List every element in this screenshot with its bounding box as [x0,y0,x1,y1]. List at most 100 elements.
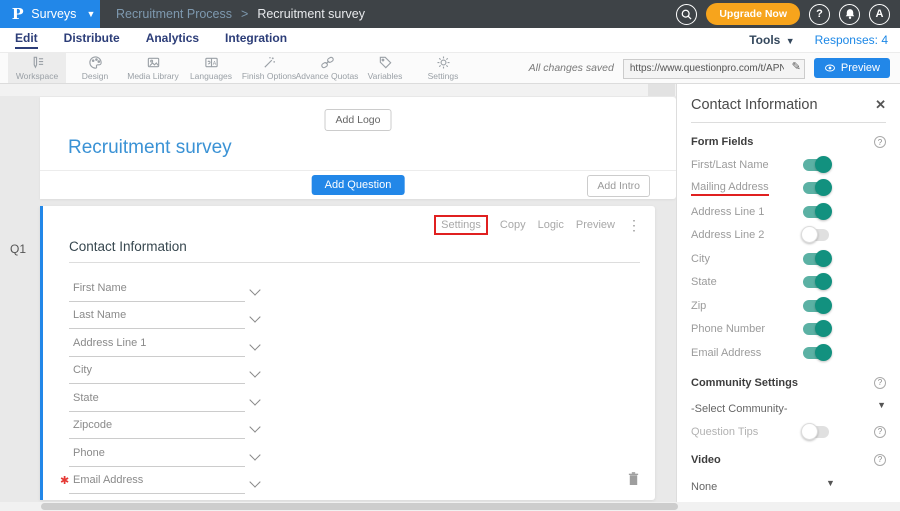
delete-question-button[interactable] [627,471,640,491]
nav-tab[interactable]: Analytics [146,31,199,49]
chain-link-icon [320,55,335,70]
toggle-label: First/Last Name [691,159,769,171]
community-select-value: -Select Community- [691,403,788,415]
question-action[interactable]: Copy [500,219,526,231]
question-action[interactable]: Logic [538,219,564,231]
help-icon[interactable]: ? [874,136,886,148]
field-underline[interactable] [69,493,245,494]
toggle-switch[interactable] [803,323,829,335]
field-row: ✱ Email Address [69,467,261,495]
autosave-status: All changes saved [529,62,614,74]
kebab-menu-icon[interactable]: ⋮ [627,220,641,230]
close-icon[interactable]: ✕ [875,97,886,113]
chevron-down-icon[interactable] [249,284,260,295]
scrollbar-thumb[interactable] [41,503,678,510]
toolbar-item-design[interactable]: Design [66,53,124,83]
toolbar-item-workspace[interactable]: Workspace [8,53,66,83]
toggle-switch[interactable] [803,276,829,288]
chevron-down-icon[interactable] [249,476,260,487]
chevron-down-icon[interactable] [249,394,260,405]
video-section-header: Video ? [691,454,886,466]
nav-tab[interactable]: Integration [225,31,287,49]
question-action[interactable]: Preview [576,219,615,231]
tools-menu[interactable]: Tools ▼ [749,33,794,47]
horizontal-scrollbar[interactable] [0,502,900,511]
toggle-switch[interactable] [803,229,829,241]
edit-url-icon[interactable]: ✎ [792,60,801,73]
scrollbar-thumb[interactable] [648,84,675,96]
community-select[interactable]: -Select Community- ▼ [691,399,886,413]
contact-fields: ✱ First Name ✱ Last Name ✱ [69,274,261,494]
panel-header: Contact Information ✕ [691,97,886,113]
toggle-switch[interactable] [803,159,829,171]
toolbar-item-media-library[interactable]: Media Library [124,53,182,83]
survey-url-input[interactable] [623,59,805,79]
toggle-label: Email Address [691,347,761,359]
chevron-down-icon[interactable] [249,311,260,322]
help-button[interactable]: ? [809,4,830,25]
survey-url-box: ✎ [623,58,805,78]
toggle-switch[interactable] [803,182,829,194]
toggle-label: City [691,253,710,265]
toolbar-item-settings[interactable]: Settings [414,53,472,83]
question-settings-panel: Contact Information ✕ Form Fields ? Firs… [676,84,900,511]
video-heading: Video [691,454,721,466]
add-logo-button[interactable]: Add Logo [325,109,392,131]
help-icon[interactable]: ? [874,454,886,466]
video-select-value: None [691,481,717,493]
toggle-label: Address Line 2 [691,229,764,241]
preview-button[interactable]: Preview [814,58,890,78]
chevron-down-icon[interactable] [249,339,260,350]
notifications-button[interactable] [839,4,860,25]
toggle-knob [815,297,832,314]
questionpro-logo-icon: P [12,5,24,23]
question-action[interactable]: Settings [434,215,488,235]
toggle-switch[interactable] [803,206,829,218]
toolbar-item-variables[interactable]: Variables [356,53,414,83]
toggle-switch[interactable] [803,347,829,359]
chevron-down-icon: ▼ [826,478,835,488]
field-row: ✱ Last Name [69,302,261,330]
chevron-down-icon: ▼ [877,400,886,410]
nav-tabs: Edit Distribute Analytics Integration [15,31,287,49]
avatar[interactable]: A [869,4,890,25]
field-label: State [73,392,99,404]
nav-tab[interactable]: Distribute [64,31,120,49]
translate-icon: A [204,55,219,70]
breadcrumb-current: Recruitment survey [257,7,365,21]
field-row: ✱ City [69,357,261,385]
breadcrumb-parent[interactable]: Recruitment Process [116,7,232,21]
field-row: ✱ State [69,384,261,412]
community-section-header: Community Settings ? [691,377,886,389]
video-select[interactable]: None ▼ [691,477,886,491]
form-field-toggles: First/Last Name Mailing Address Address … [691,153,886,365]
search-button[interactable] [676,4,697,25]
responses-link[interactable]: Responses: 4 [815,33,888,47]
help-icon[interactable]: ? [874,426,886,438]
question-title[interactable]: Contact Information [69,239,187,254]
chevron-down-icon[interactable] [249,421,260,432]
toggle-switch[interactable] [803,253,829,265]
add-question-button[interactable]: Add Question [312,175,405,195]
toolbar-item-languages[interactable]: A Languages [182,53,240,83]
toolbar-item-finish-options[interactable]: Finish Options [240,53,298,83]
product-menu-label: Surveys [31,7,76,21]
toggle-label: Address Line 1 [691,206,764,218]
question-tips-toggle[interactable] [803,426,829,438]
toggle-knob [815,156,832,173]
toolbar-item-advance-quotas[interactable]: Advance Quotas [298,53,356,83]
chevron-down-icon: ▼ [786,36,795,46]
chevron-down-icon[interactable] [249,449,260,460]
toggle-row: Zip [691,294,886,318]
help-icon[interactable]: ? [874,377,886,389]
add-intro-button[interactable]: Add Intro [587,175,650,197]
field-row: ✱ Address Line 1 [69,329,261,357]
survey-title[interactable]: Recruitment survey [68,137,232,159]
chevron-down-icon[interactable] [249,366,260,377]
toggle-switch[interactable] [803,300,829,312]
nav-tab[interactable]: Edit [15,31,38,49]
product-menu[interactable]: P Surveys ▼ [0,0,100,28]
upgrade-now-button[interactable]: Upgrade Now [706,3,800,25]
toggle-row: Address Line 2 [691,224,886,248]
workspace-icon [30,55,45,70]
